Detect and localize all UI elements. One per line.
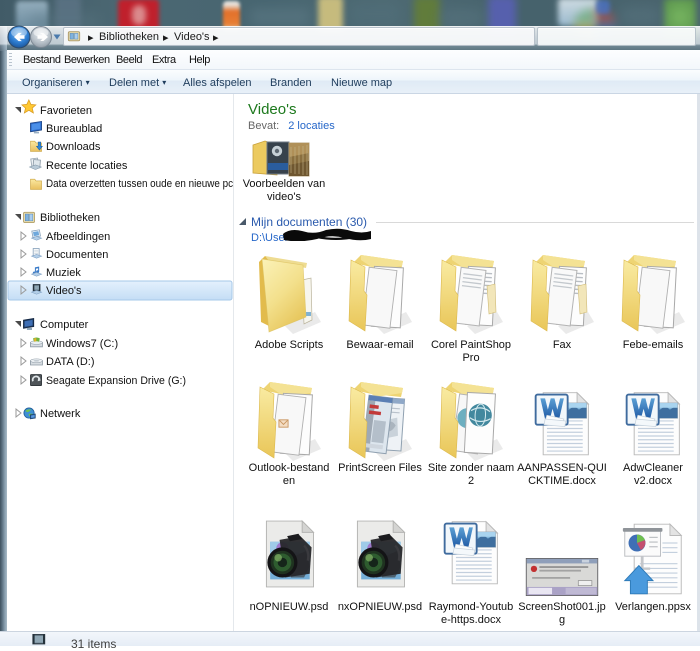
svg-text:Recente locaties: Recente locaties (46, 160, 128, 172)
svg-text:Data overzetten tussen oude en: Data overzetten tussen oude en nieuwe pc (46, 178, 233, 190)
svg-text:Bureaublad: Bureaublad (46, 123, 102, 135)
svg-text:Seagate Expansion Drive (G:): Seagate Expansion Drive (G:) (46, 375, 186, 387)
svg-text:Computer: Computer (40, 319, 89, 331)
svg-text:Downloads: Downloads (46, 141, 101, 153)
svg-text:Windows7 (C:): Windows7 (C:) (46, 338, 118, 350)
svg-text:Netwerk: Netwerk (40, 408, 81, 420)
svg-text:Bibliotheken: Bibliotheken (40, 212, 100, 224)
svg-text:Video's: Video's (46, 285, 82, 297)
svg-text:Documenten: Documenten (46, 249, 108, 261)
svg-text:Afbeeldingen: Afbeeldingen (46, 231, 110, 243)
svg-text:Favorieten: Favorieten (40, 105, 92, 117)
svg-text:DATA (D:): DATA (D:) (46, 356, 94, 368)
svg-text:Muziek: Muziek (46, 267, 81, 279)
